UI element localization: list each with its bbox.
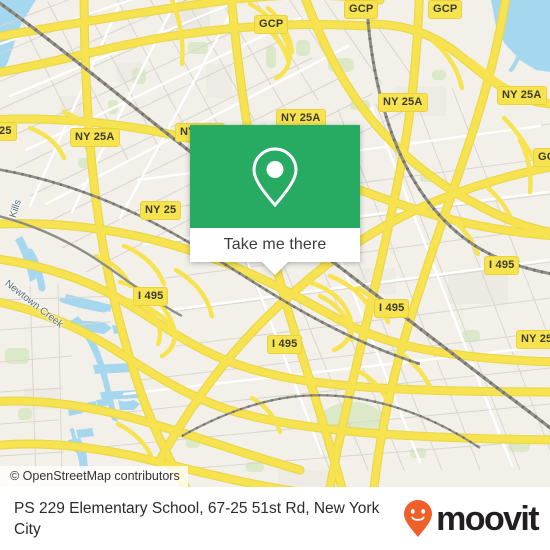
map-pin-icon bbox=[252, 146, 298, 207]
highway-shield: NY 25A bbox=[516, 330, 550, 349]
highway-shield: GCP bbox=[254, 15, 289, 34]
highway-shield: I 495 bbox=[267, 335, 303, 354]
footer-bar: PS 229 Elementary School, 67-25 51st Rd,… bbox=[0, 487, 550, 550]
take-me-there-label: Take me there bbox=[223, 236, 327, 253]
moovit-smiley-pin-icon bbox=[404, 499, 433, 537]
highway-shield: NY 25 bbox=[140, 201, 182, 220]
highway-shield: NY 25A bbox=[70, 128, 120, 147]
location-caption: PS 229 Elementary School, 67-25 51st Rd,… bbox=[14, 499, 380, 538]
highway-shield: I 495 bbox=[484, 256, 520, 275]
moovit-wordmark: moovit bbox=[436, 499, 539, 538]
highway-shield: NY 25A bbox=[378, 93, 428, 112]
highway-shield: 25 bbox=[0, 122, 17, 141]
highway-shield: GCP bbox=[533, 148, 550, 167]
highway-shield: I 495 bbox=[374, 299, 410, 318]
highway-shield: NY 25A bbox=[497, 86, 547, 105]
moovit-map-screenshot: .mw { stroke:#f7e34f; stroke-linecap:rou… bbox=[0, 0, 550, 550]
callout-action-panel[interactable]: Take me there bbox=[190, 228, 360, 262]
location-callout-card[interactable]: Take me there bbox=[190, 125, 360, 275]
highway-shield: I 495 bbox=[133, 287, 169, 306]
map-canvas[interactable]: .mw { stroke:#f7e34f; stroke-linecap:rou… bbox=[0, 0, 550, 487]
moovit-brand[interactable]: moovit bbox=[403, 499, 540, 539]
highway-shield: GCP bbox=[428, 0, 463, 19]
callout-tail-pointer bbox=[262, 262, 288, 275]
callout-icon-panel bbox=[190, 125, 360, 228]
highway-shield: GCP bbox=[344, 0, 379, 19]
osm-attribution[interactable]: © OpenStreetMap contributors bbox=[0, 466, 188, 487]
